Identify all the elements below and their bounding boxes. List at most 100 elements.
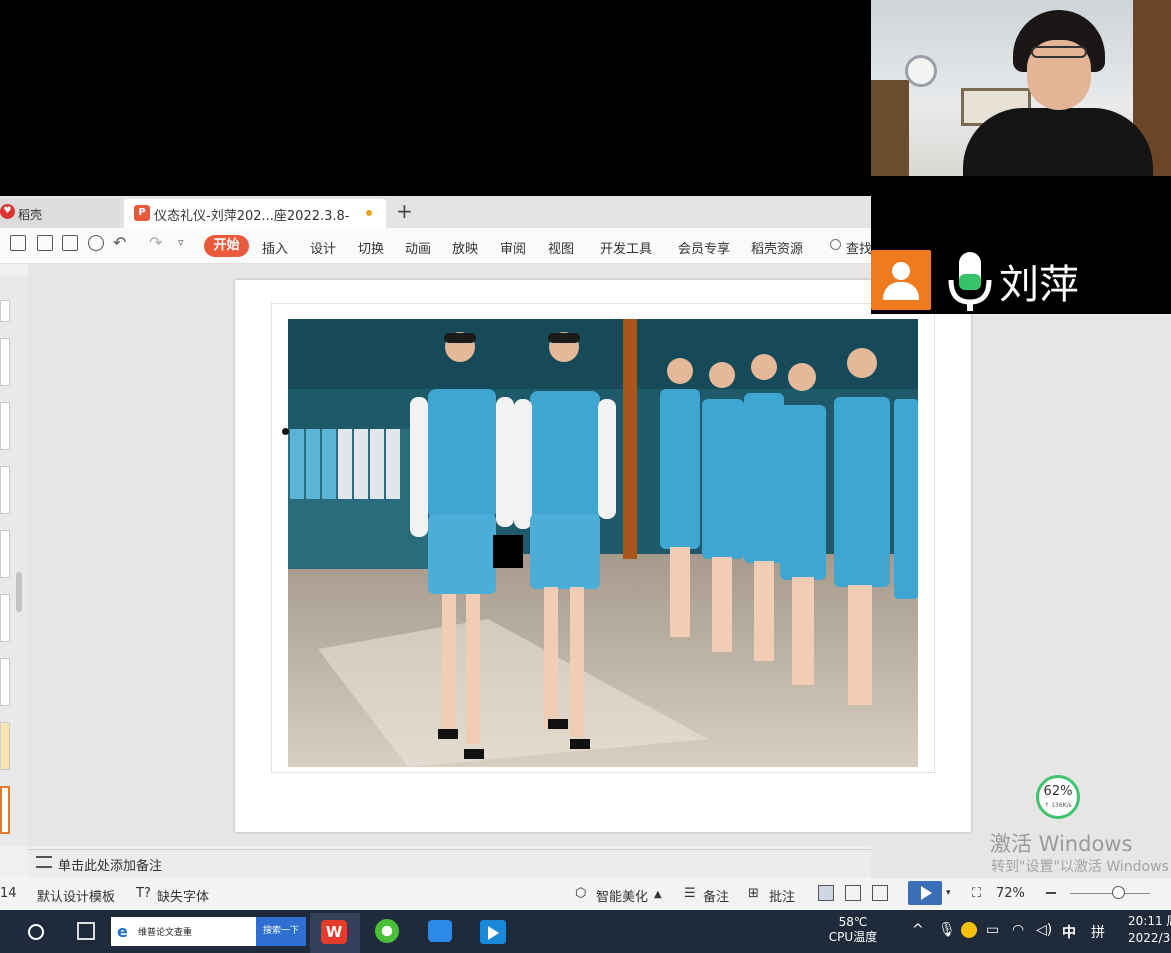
- chevron-up-icon[interactable]: ▲: [654, 889, 662, 900]
- tray-ime-language[interactable]: 中: [1062, 922, 1076, 942]
- quick-access-more-icon[interactable]: ▿: [178, 236, 184, 249]
- zoom-out-icon[interactable]: [1046, 892, 1056, 894]
- cpu-temperature-label: CPU温度: [828, 930, 878, 944]
- screen-share-blank-area: [0, 0, 871, 196]
- menu-animation[interactable]: 动画: [405, 238, 431, 257]
- slide-photo-flight-attendants[interactable]: [288, 319, 918, 767]
- webcam-shelf: [871, 80, 909, 176]
- tray-expand-icon[interactable]: ^: [912, 922, 924, 938]
- redo-icon[interactable]: ↷: [149, 233, 162, 252]
- tab-daoke-label: 稻壳: [18, 208, 43, 222]
- unsaved-dot-icon: [366, 210, 372, 216]
- thumbnail-scrollbar[interactable]: [16, 572, 22, 612]
- presentation-file-icon: P: [134, 205, 150, 221]
- presenter-label-bar: 刘萍: [871, 250, 1171, 314]
- play-options-chevron-icon[interactable]: ▾: [946, 888, 951, 898]
- slide-thumbnail[interactable]: [0, 338, 10, 386]
- menu-design[interactable]: 设计: [310, 238, 336, 257]
- notes-icon: [36, 856, 52, 868]
- missing-font-icon[interactable]: T?: [136, 886, 151, 901]
- slide-thumbnail[interactable]: [0, 300, 10, 322]
- menu-home[interactable]: 开始: [204, 235, 249, 257]
- add-tab-icon[interactable]: +: [396, 199, 413, 223]
- cpu-temperature-widget[interactable]: 58℃ CPU温度: [826, 915, 880, 945]
- tray-wifi-icon[interactable]: ◠: [1012, 922, 1024, 938]
- cpu-temperature-value: 58℃: [838, 915, 868, 929]
- tray-app-icon[interactable]: [961, 922, 977, 938]
- zoom-slider-track[interactable]: [1070, 893, 1150, 894]
- taskbar-search-text[interactable]: 维普论文查重: [138, 925, 192, 938]
- slide-thumbnail[interactable]: [0, 466, 10, 514]
- zoom-level[interactable]: 72%: [996, 886, 1025, 901]
- slide-thumbnail[interactable]: [0, 594, 10, 642]
- wps-icon: W: [321, 920, 347, 944]
- print-icon[interactable]: [62, 235, 78, 251]
- tray-ime-mode[interactable]: 拼: [1091, 922, 1105, 942]
- activation-watermark-subtitle: 转到"设置"以激活 Windows: [991, 859, 1169, 875]
- slide-sorter-view-icon[interactable]: [845, 885, 861, 901]
- clock-time: 20:11 周: [1128, 914, 1171, 928]
- presenter-webcam-video: [871, 0, 1171, 176]
- normal-view-icon[interactable]: [818, 885, 834, 901]
- export-pdf-icon[interactable]: [37, 235, 53, 251]
- browser-360-icon[interactable]: [375, 919, 399, 943]
- ribbon-toolbar: [0, 228, 871, 264]
- slide-thumbnail-active[interactable]: [0, 786, 10, 834]
- undo-icon[interactable]: ↶: [113, 233, 126, 252]
- tab-daoke[interactable]: 稻壳: [0, 199, 120, 228]
- save-icon[interactable]: [10, 235, 26, 251]
- clock-date: 2022/3: [1128, 931, 1171, 945]
- tray-battery-icon[interactable]: ▭: [986, 922, 999, 938]
- menu-transition[interactable]: 切换: [358, 238, 384, 257]
- notes-toggle-icon[interactable]: ☰: [684, 886, 696, 901]
- cortana-icon[interactable]: [28, 924, 44, 940]
- fit-window-icon[interactable]: ⛶: [972, 886, 981, 901]
- tab-document-label: 仪态礼仪-刘萍202...座2022.3.8-: [154, 209, 350, 224]
- smart-beautify-icon[interactable]: ⬡: [575, 886, 586, 901]
- avatar: [871, 250, 931, 310]
- reading-view-icon[interactable]: [872, 885, 888, 901]
- search-icon[interactable]: [830, 239, 841, 250]
- memory-usage-percent: 62%: [1043, 784, 1073, 799]
- redaction-square: [493, 535, 523, 568]
- notes-toggle-button[interactable]: 备注: [703, 886, 729, 905]
- zoom-slider-handle[interactable]: [1112, 886, 1125, 899]
- smart-beautify-button[interactable]: 智能美化: [596, 886, 648, 905]
- menu-find[interactable]: 查找: [846, 238, 872, 257]
- reflection-row: [290, 429, 400, 499]
- tencent-meeting-icon[interactable]: [428, 920, 452, 942]
- tray-volume-icon[interactable]: ◁): [1036, 922, 1052, 938]
- slide-thumbnail[interactable]: [0, 402, 10, 450]
- menu-slideshow[interactable]: 放映: [452, 238, 478, 257]
- avatar-head: [892, 262, 910, 280]
- notes-placeholder[interactable]: 单击此处添加备注: [58, 855, 162, 874]
- taskbar-search-button[interactable]: 搜索一下: [256, 917, 306, 946]
- task-view-icon[interactable]: [77, 922, 95, 940]
- design-template-label[interactable]: 默认设计模板: [37, 886, 115, 905]
- comments-button[interactable]: 批注: [769, 886, 795, 905]
- tray-mic-icon[interactable]: 🎙: [938, 922, 956, 938]
- video-play-glyph: [488, 926, 499, 940]
- slide-count: 14: [0, 886, 17, 901]
- tab-document[interactable]: P 仪态礼仪-刘萍202...座2022.3.8-: [124, 199, 386, 228]
- comment-icon[interactable]: ⊞: [748, 886, 759, 901]
- menu-view[interactable]: 视图: [548, 238, 574, 257]
- slide-thumbnail[interactable]: [0, 722, 10, 770]
- presenter-glasses: [1031, 46, 1087, 58]
- menu-review[interactable]: 审阅: [500, 238, 526, 257]
- print-preview-icon[interactable]: [88, 235, 104, 251]
- avatar-body: [883, 282, 919, 300]
- menu-developer-tools[interactable]: 开发工具: [600, 238, 652, 257]
- slide-thumbnail[interactable]: [0, 530, 10, 578]
- activation-watermark-title: 激活 Windows: [990, 832, 1133, 856]
- daoke-logo-icon: ♥: [0, 204, 15, 219]
- missing-fonts-label[interactable]: 缺失字体: [157, 886, 209, 905]
- menu-daoke-resources[interactable]: 稻壳资源: [751, 238, 803, 257]
- slide-thumbnail[interactable]: [0, 658, 10, 706]
- menu-member[interactable]: 会员专享: [678, 238, 730, 257]
- webcam-wall-clock: [905, 55, 937, 87]
- taskbar-clock[interactable]: 20:11 周 2022/3: [1128, 913, 1171, 947]
- menu-insert[interactable]: 插入: [262, 238, 288, 257]
- presenter-name: 刘萍: [999, 262, 1079, 308]
- network-speed-badge[interactable]: 62% ↑ 136K/s: [1036, 775, 1080, 819]
